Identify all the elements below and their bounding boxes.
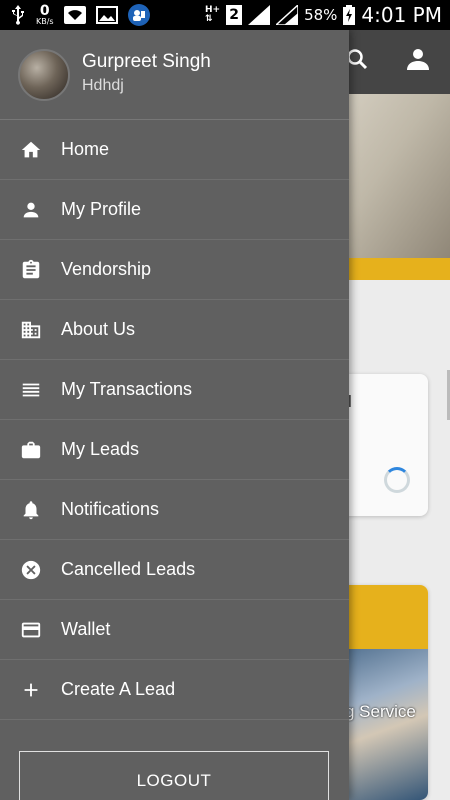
menu-label: My Leads	[61, 439, 140, 459]
plus-icon	[20, 679, 42, 701]
app-notification-icon	[127, 4, 150, 26]
wifi-icon	[63, 6, 86, 24]
avatar[interactable]	[18, 49, 70, 101]
business-icon	[20, 319, 42, 341]
account-icon[interactable]	[406, 48, 430, 76]
menu-label: Notifications	[61, 499, 160, 519]
loading-spinner	[384, 467, 410, 493]
person-icon	[20, 199, 42, 221]
menu-label: Wallet	[61, 619, 111, 639]
menu-item-my-profile[interactable]: My Profile	[0, 180, 349, 240]
menu-label: My Profile	[61, 199, 142, 219]
menu-label: My Transactions	[61, 379, 193, 399]
menu-label: About Us	[61, 319, 136, 339]
menu-item-my-transactions[interactable]: My Transactions	[0, 360, 349, 420]
menu-item-create-a-lead[interactable]: Create A Lead	[0, 660, 349, 720]
list-icon	[20, 379, 42, 401]
briefcase-icon	[20, 439, 42, 461]
clock: 4:01 PM	[361, 3, 442, 27]
signal-icon-secondary	[276, 5, 299, 25]
sim-slot-indicator: 2	[226, 5, 243, 25]
cancel-icon	[20, 559, 42, 581]
menu-item-home[interactable]: Home	[0, 120, 349, 180]
battery-charging-icon	[343, 5, 356, 25]
home-icon	[20, 139, 42, 161]
logout-button[interactable]: LOGOUT	[19, 751, 329, 800]
search-icon[interactable]	[346, 48, 368, 76]
network-type-indicator: H+ ⇅	[204, 5, 221, 24]
data-speed-indicator: 0 KB/s	[36, 3, 54, 26]
menu-item-my-leads[interactable]: My Leads	[0, 420, 349, 480]
menu-label: Create A Lead	[61, 679, 176, 699]
menu-item-cancelled-leads[interactable]: Cancelled Leads	[0, 540, 349, 600]
user-subtitle: Hdhdj	[82, 77, 124, 94]
credit-card-icon	[20, 619, 42, 641]
user-name: Gurpreet Singh	[82, 51, 211, 72]
menu-item-notifications[interactable]: Notifications	[0, 480, 349, 540]
service-card-2-text: g Service	[345, 702, 416, 721]
menu-item-about-us[interactable]: About Us	[0, 300, 349, 360]
bell-icon	[20, 499, 42, 521]
menu-item-vendorship[interactable]: Vendorship	[0, 240, 349, 300]
menu-item-wallet[interactable]: Wallet	[0, 600, 349, 660]
status-bar: 0 KB/s H+ ⇅ 2 58% 4:01 PM	[0, 0, 450, 30]
image-icon	[95, 6, 118, 24]
menu-label: Cancelled Leads	[61, 559, 196, 579]
menu-label: Home	[61, 139, 110, 159]
drawer-header: Gurpreet Singh Hdhdj	[0, 30, 349, 120]
drawer-menu: Home My Profile Vendorship About Us My T…	[0, 120, 349, 720]
clipboard-icon	[20, 259, 42, 281]
navigation-drawer: Gurpreet Singh Hdhdj Home My Profile Ven…	[0, 30, 349, 800]
usb-icon	[10, 5, 26, 25]
signal-icon	[248, 5, 271, 25]
battery-percentage: 58%	[304, 6, 338, 24]
menu-label: Vendorship	[61, 259, 152, 279]
